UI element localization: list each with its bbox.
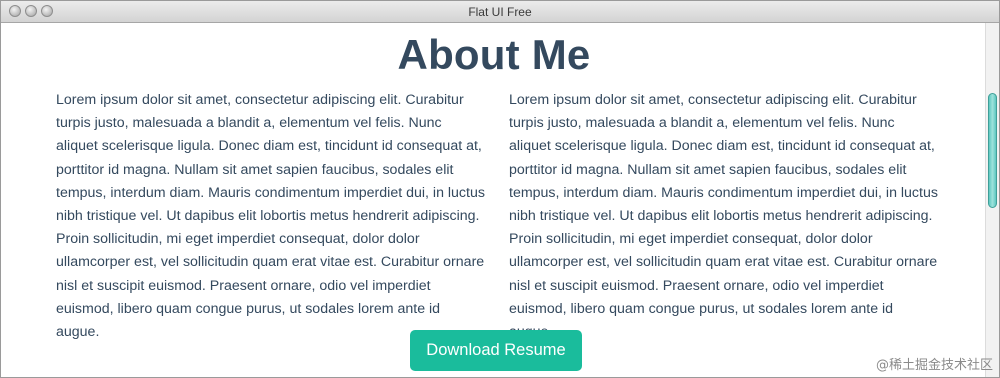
title-bar: Flat UI Free [1, 1, 999, 23]
about-paragraph-left: Lorem ipsum dolor sit amet, consectetur … [56, 92, 485, 341]
window-title: Flat UI Free [468, 5, 532, 19]
about-paragraph-right: Lorem ipsum dolor sit amet, consectetur … [509, 92, 938, 340]
page-title: About Me [397, 31, 591, 78]
page-content: About Me Lorem ipsum dolor sit amet, con… [1, 23, 987, 377]
scrollbar-thumb[interactable] [988, 93, 997, 208]
vertical-scrollbar[interactable] [985, 23, 999, 377]
app-window: Flat UI Free About Me Lorem ipsum dolor … [0, 0, 1000, 378]
watermark-text: @稀土掘金技术社区 [875, 358, 993, 373]
download-resume-button[interactable]: Download Resume [410, 330, 582, 371]
